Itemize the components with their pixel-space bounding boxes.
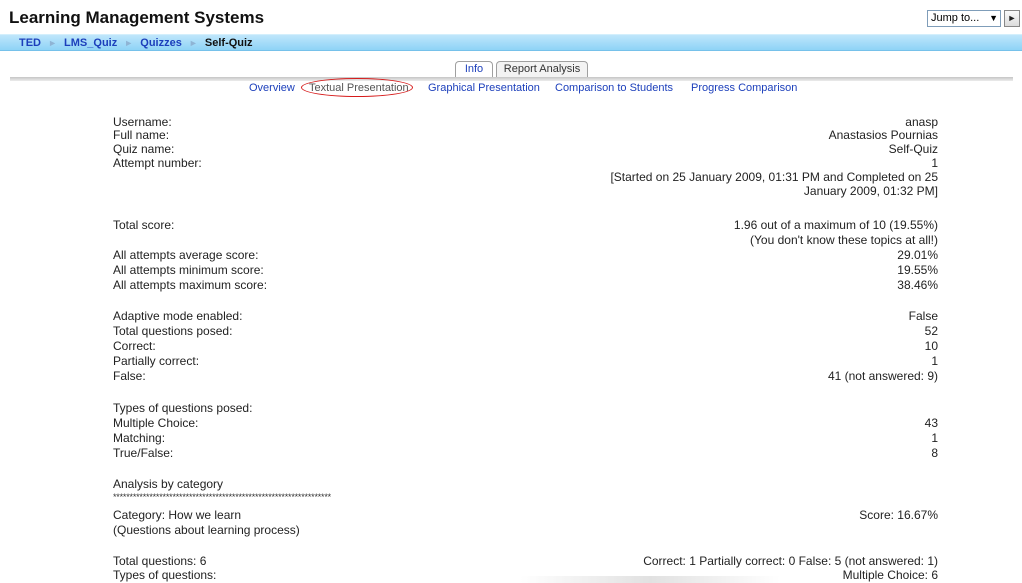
report-row: Total score: 1.96 out of a maximum of 10… bbox=[113, 218, 938, 232]
partially-correct-value: 1 bbox=[931, 354, 938, 368]
matching-value: 1 bbox=[931, 431, 938, 445]
report-row: Partially correct: 1 bbox=[113, 354, 938, 368]
report-row: Matching: 1 bbox=[113, 431, 938, 445]
report-row: Attempt number: 1 bbox=[113, 156, 938, 170]
report-row: Category: How we learn Score: 16.67% bbox=[113, 508, 938, 522]
true-false-label: True/False: bbox=[113, 446, 174, 460]
total-score-label: Total score: bbox=[113, 218, 175, 232]
adaptive-mode-value: False bbox=[908, 309, 938, 323]
attempt-dates-line2: January 2009, 01:32 PM] bbox=[803, 184, 938, 198]
minimum-score-label: All attempts minimum score: bbox=[113, 263, 264, 277]
report-row: Full name: Anastasios Pournias bbox=[113, 128, 938, 142]
category-description: (Questions about learning process) bbox=[113, 523, 300, 537]
report-row: Analysis by category bbox=[113, 477, 929, 491]
attempt-number-value: 1 bbox=[931, 156, 938, 170]
attempt-number-label: Attempt number: bbox=[113, 156, 202, 170]
report-row: True/False: 8 bbox=[113, 446, 938, 460]
questions-posed-label: Total questions posed: bbox=[113, 324, 233, 338]
correct-label: Correct: bbox=[113, 339, 156, 353]
report-row: Multiple Choice: 43 bbox=[113, 416, 938, 430]
question-types-label: Types of questions posed: bbox=[113, 401, 253, 415]
total-score-note: (You don't know these topics at all!) bbox=[750, 233, 938, 247]
multiple-choice-value: 43 bbox=[924, 416, 938, 430]
report-row: All attempts minimum score: 19.55% bbox=[113, 263, 938, 277]
report-row: Quiz name: Self-Quiz bbox=[113, 142, 938, 156]
category-types-label: Types of questions: bbox=[113, 568, 217, 582]
report-row: All attempts maximum score: 38.46% bbox=[113, 278, 938, 292]
report-row: False: 41 (not answered: 9) bbox=[113, 369, 938, 383]
questions-posed-value: 52 bbox=[924, 324, 938, 338]
maximum-score-value: 38.46% bbox=[897, 278, 938, 292]
correct-value: 10 bbox=[924, 339, 938, 353]
false-label: False: bbox=[113, 369, 146, 383]
multiple-choice-label: Multiple Choice: bbox=[113, 416, 199, 430]
report-row: (You don't know these topics at all!) bbox=[113, 233, 938, 247]
false-value: 41 (not answered: 9) bbox=[827, 369, 938, 383]
matching-label: Matching: bbox=[113, 431, 166, 445]
separator-stars: ****************************************… bbox=[113, 492, 331, 502]
report-row: January 2009, 01:32 PM] bbox=[113, 184, 938, 198]
report-row: Types of questions posed: bbox=[113, 401, 929, 415]
report-row: Adaptive mode enabled: False bbox=[113, 309, 938, 323]
true-false-value: 8 bbox=[931, 446, 938, 460]
category-types-value: Multiple Choice: 6 bbox=[842, 568, 938, 582]
category-label: Category: How we learn bbox=[113, 508, 242, 522]
category-results-value: Correct: 1 Partially correct: 0 False: 5… bbox=[643, 554, 938, 568]
fullname-label: Full name: bbox=[113, 128, 170, 142]
fullname-value: Anastasios Pournias bbox=[828, 128, 938, 142]
report-row: Total questions posed: 52 bbox=[113, 324, 938, 338]
quiz-name-label: Quiz name: bbox=[113, 142, 175, 156]
report-row: Username: anasp bbox=[113, 115, 938, 129]
report-row: All attempts average score: 29.01% bbox=[113, 248, 938, 262]
adaptive-mode-label: Adaptive mode enabled: bbox=[113, 309, 243, 323]
report-row: (Questions about learning process) bbox=[113, 523, 929, 537]
average-score-value: 29.01% bbox=[897, 248, 938, 262]
username-label: Username: bbox=[113, 115, 172, 129]
total-score-value: 1.96 out of a maximum of 10 (19.55%) bbox=[733, 218, 938, 232]
average-score-label: All attempts average score: bbox=[113, 248, 259, 262]
bottom-fade bbox=[520, 576, 780, 583]
report-row: Correct: 10 bbox=[113, 339, 938, 353]
report-row: [Started on 25 January 2009, 01:31 PM an… bbox=[113, 170, 938, 184]
category-total-label: Total questions: 6 bbox=[113, 554, 207, 568]
minimum-score-value: 19.55% bbox=[897, 263, 938, 277]
report-content: Username: anasp Full name: Anastasios Po… bbox=[0, 0, 1022, 583]
analysis-heading: Analysis by category bbox=[113, 477, 224, 491]
partially-correct-label: Partially correct: bbox=[113, 354, 200, 368]
report-row: Total questions: 6 Correct: 1 Partially … bbox=[113, 554, 938, 568]
maximum-score-label: All attempts maximum score: bbox=[113, 278, 268, 292]
category-score-value: Score: 16.67% bbox=[859, 508, 938, 522]
quiz-name-value: Self-Quiz bbox=[888, 142, 938, 156]
attempt-dates-line1: [Started on 25 January 2009, 01:31 PM an… bbox=[610, 170, 938, 184]
username-value: anasp bbox=[905, 115, 938, 129]
